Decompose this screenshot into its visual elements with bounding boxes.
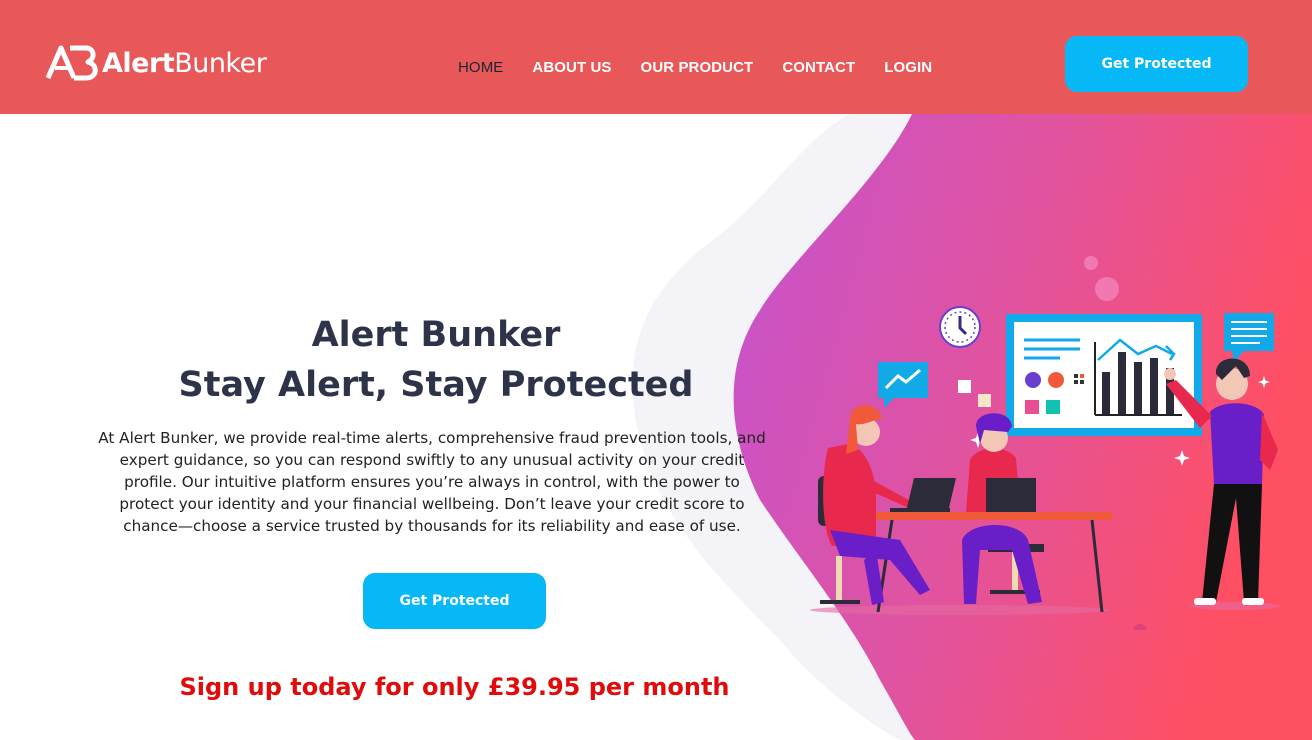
nav-item-about-us[interactable]: ABOUT US: [532, 59, 611, 76]
site-header: AlertBunker HOME ABOUT US OUR PRODUCT CO…: [0, 0, 1312, 114]
trend-chat-icon: [878, 362, 928, 408]
hero-description: At Alert Bunker, we provide real-time al…: [98, 429, 766, 535]
laptop-left: [890, 478, 956, 512]
clock-icon: [939, 306, 981, 348]
nav-item-contact[interactable]: CONTACT: [782, 59, 855, 76]
hero-title-line2: Stay Alert, Stay Protected: [178, 365, 694, 405]
hero-title: Alert Bunker Stay Alert, Stay Protected: [90, 310, 782, 410]
hero-get-protected-button[interactable]: Get Protected: [363, 573, 546, 629]
promo-text: Sign up today for only £39.95 per month: [179, 673, 730, 701]
logo[interactable]: AlertBunker: [46, 44, 267, 82]
brand-name: AlertBunker: [102, 47, 267, 79]
hero-title-line1: Alert Bunker: [311, 315, 561, 355]
nav-item-our-product[interactable]: OUR PRODUCT: [641, 59, 754, 76]
message-chat-icon: [1224, 313, 1274, 362]
team-analytics-illustration: [810, 256, 1280, 630]
laptop-right: [986, 478, 1036, 512]
ab-logo-icon: [46, 45, 98, 81]
main-nav: HOME ABOUT US OUR PRODUCT CONTACT LOGIN: [458, 59, 961, 76]
man-standing-figure: [1164, 358, 1278, 605]
nav-item-home[interactable]: HOME: [458, 59, 503, 76]
nav-item-login[interactable]: LOGIN: [884, 59, 932, 76]
header-get-protected-button[interactable]: Get Protected: [1065, 36, 1248, 92]
page: AlertBunker HOME ABOUT US OUR PRODUCT CO…: [0, 0, 1312, 740]
